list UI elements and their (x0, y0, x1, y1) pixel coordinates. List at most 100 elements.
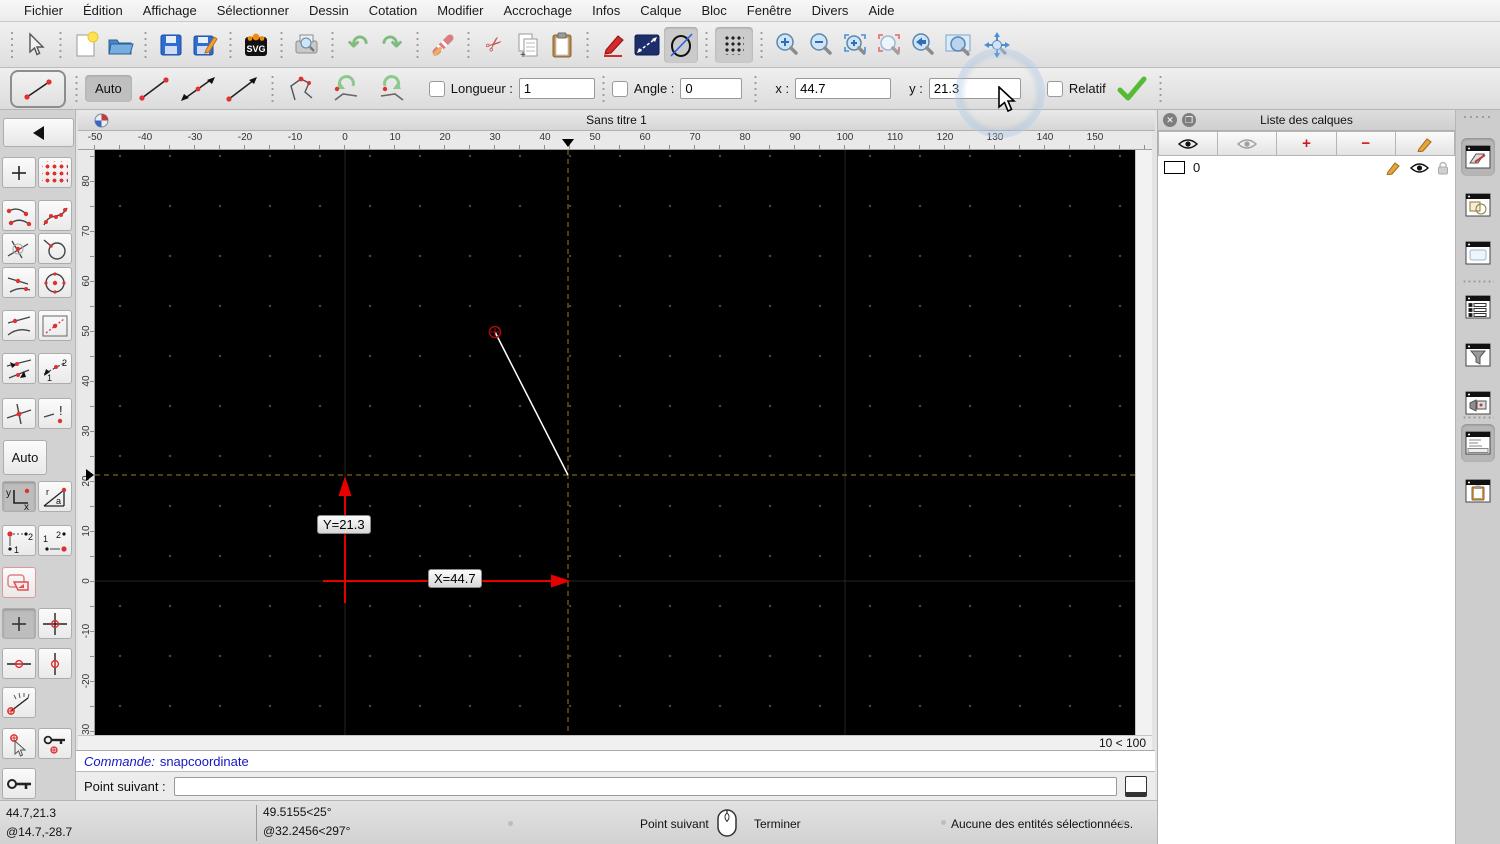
relative-zero-button[interactable] (2, 768, 36, 799)
remove-layer-button[interactable]: − (1336, 131, 1396, 156)
command-window-toggle-button[interactable] (1125, 775, 1147, 797)
snap-on-entity-button[interactable] (38, 200, 72, 231)
hide-all-layers-button[interactable] (1218, 131, 1278, 156)
save-button[interactable] (154, 27, 188, 63)
corner-order-b-button[interactable]: 12 (38, 525, 72, 556)
horizontal-constraint-button[interactable] (2, 648, 36, 679)
snap-free-active-button[interactable] (2, 608, 36, 639)
copy-button[interactable]: + (511, 27, 545, 63)
menu-item[interactable]: Accrochage (493, 3, 582, 18)
menu-item[interactable]: Sélectionner (207, 3, 299, 18)
snap-free-button[interactable] (2, 157, 36, 188)
menu-item[interactable]: Calque (630, 3, 691, 18)
zoom-out-button[interactable] (804, 27, 838, 63)
layer-row[interactable]: 0 (1158, 156, 1455, 179)
dock-blocks-button[interactable] (1461, 186, 1495, 224)
snap-center-button[interactable] (38, 267, 72, 298)
snap-intersection-button[interactable] (2, 233, 36, 264)
layer-color-swatch[interactable] (1164, 161, 1185, 174)
show-all-layers-button[interactable] (1158, 131, 1219, 156)
line-arrow-button[interactable] (220, 71, 264, 107)
polyline-button[interactable] (281, 71, 323, 107)
pick-point-button[interactable] (2, 728, 36, 759)
draw-pencil-button[interactable] (596, 27, 630, 63)
line-2points-button[interactable] (132, 71, 176, 107)
menu-item[interactable]: Fenêtre (737, 3, 802, 18)
auto-snap-button[interactable]: Auto (85, 75, 132, 102)
menu-item[interactable]: Infos (582, 3, 630, 18)
angle-gauge-button[interactable] (2, 687, 36, 718)
measure-distance-button[interactable] (630, 27, 664, 63)
sidebar-auto-button[interactable]: Auto (3, 440, 47, 475)
longueur-checkbox[interactable] (428, 80, 445, 97)
corner-order-a-button[interactable]: 12 (2, 525, 36, 556)
dock-drag-handle[interactable] (1462, 115, 1494, 119)
sidebar-back-button[interactable] (3, 118, 74, 147)
paste-button[interactable] (545, 27, 579, 63)
draft-mode-button[interactable] (664, 26, 698, 63)
dock-command-button[interactable] (1461, 424, 1495, 462)
snap-distance-button[interactable] (2, 310, 36, 341)
coordinate-polar-button[interactable]: ra (38, 481, 72, 512)
layer-edit-icon[interactable] (1386, 160, 1402, 175)
current-tool-line-button[interactable] (10, 69, 66, 108)
crosshair-target-button[interactable] (38, 608, 72, 639)
redo-button[interactable]: ↷ (375, 27, 409, 63)
open-file-button[interactable] (103, 27, 137, 63)
snapcoordinate-command-button[interactable] (2, 567, 36, 598)
layer-lock-icon[interactable] (1437, 161, 1449, 175)
zoom-pan-button[interactable] (978, 27, 1016, 63)
add-layer-button[interactable]: + (1277, 131, 1337, 156)
snap-endpoints-button[interactable] (2, 200, 36, 231)
command-input[interactable] (173, 776, 1117, 796)
new-document-button[interactable] (69, 27, 103, 63)
menu-item[interactable]: Cotation (359, 3, 427, 18)
zoom-back-button[interactable] (906, 27, 940, 63)
apply-coordinates-button[interactable] (1112, 71, 1152, 107)
zoom-in-button[interactable] (770, 27, 804, 63)
menu-item[interactable]: Affichage (133, 3, 207, 18)
zoom-auto-button[interactable] (838, 27, 872, 63)
dock-layers-button[interactable] (1461, 138, 1495, 176)
panel-close-button[interactable]: ✕ (1163, 113, 1177, 127)
menu-item[interactable]: Bloc (691, 3, 736, 18)
menu-item[interactable]: Modifier (427, 3, 493, 18)
grid-toggle-button[interactable] (715, 26, 753, 63)
dock-filter-button[interactable] (1461, 336, 1495, 374)
longueur-input[interactable] (518, 78, 595, 99)
menu-item[interactable]: Divers (802, 3, 859, 18)
print-preview-button[interactable] (290, 27, 324, 63)
snap-circle-button[interactable] (38, 233, 72, 264)
drawing-canvas[interactable]: Y=21.3 X=44.7 (95, 150, 1135, 735)
x-input[interactable] (795, 78, 892, 99)
coordinate-cartesian-button[interactable]: yx (2, 481, 36, 512)
redo-segment-button[interactable] (369, 71, 415, 107)
layer-visible-icon[interactable] (1410, 162, 1429, 174)
panel-undock-button[interactable]: ❐ (1182, 113, 1196, 127)
line-both-arrows-button[interactable] (176, 71, 220, 107)
select-cursor-button[interactable] (18, 27, 52, 63)
relatif-checkbox[interactable] (1046, 80, 1063, 97)
dock-entity-list-button[interactable] (1461, 288, 1495, 326)
dock-clipboard-button[interactable] (1461, 472, 1495, 510)
restrict-nothing-button[interactable]: ! (38, 398, 72, 429)
document-title-bar[interactable]: Sans titre 1 (78, 110, 1155, 131)
save-as-button[interactable] (188, 27, 222, 63)
vertical-scrollbar[interactable] (1135, 150, 1152, 735)
command-history[interactable]: Commande: snapcoordinate (76, 750, 1155, 772)
y-input[interactable] (928, 78, 1021, 99)
undo-button[interactable]: ↶ (341, 27, 375, 63)
snap-in-rect-button[interactable] (38, 310, 72, 341)
menu-item[interactable]: Fichier (14, 3, 73, 18)
zoom-previous-button[interactable] (872, 27, 906, 63)
erase-button[interactable] (426, 27, 460, 63)
zoom-window-button[interactable] (940, 27, 978, 63)
vertical-constraint-button[interactable] (38, 648, 72, 679)
edit-layer-button[interactable] (1395, 131, 1456, 156)
dock-library-button[interactable] (1461, 234, 1495, 272)
lock-relative-zero-button[interactable] (38, 728, 72, 759)
cut-button[interactable]: ✂ (477, 27, 511, 63)
menu-item[interactable]: Édition (73, 3, 133, 18)
undo-segment-button[interactable] (323, 71, 369, 107)
toolbar-drag-handle[interactable] (10, 27, 14, 62)
